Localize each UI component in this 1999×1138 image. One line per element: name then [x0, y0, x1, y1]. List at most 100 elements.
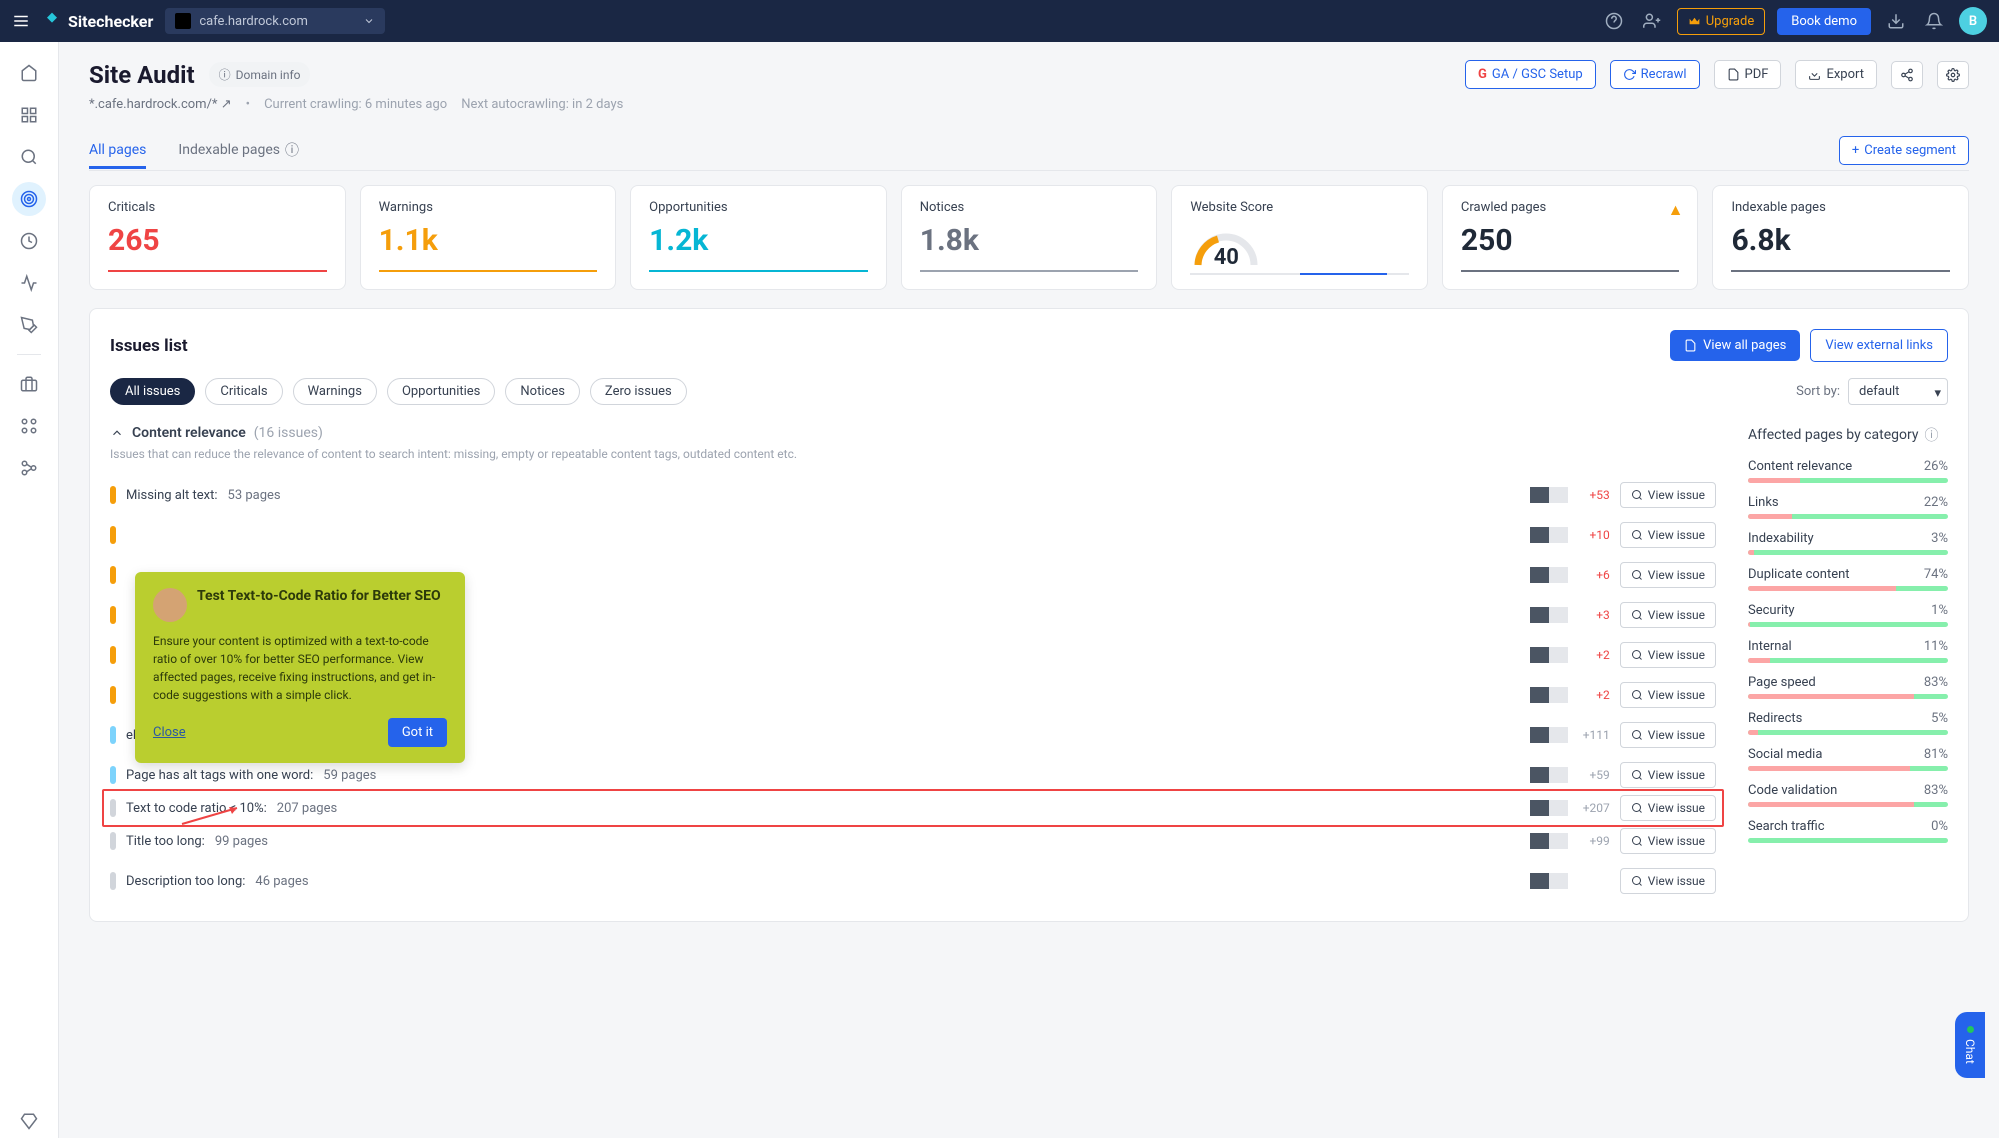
user-avatar[interactable]: B	[1959, 7, 1987, 35]
view-all-pages-button[interactable]: View all pages	[1670, 330, 1800, 361]
view-issue-button[interactable]: View issue	[1620, 868, 1716, 894]
issue-marker	[110, 646, 116, 664]
search-icon	[1631, 802, 1643, 814]
tip-title: Test Text-to-Code Ratio for Better SEO	[197, 588, 441, 604]
tab-all-pages[interactable]: All pages	[89, 132, 146, 168]
category-bar	[1748, 694, 1948, 699]
chevron-up-icon	[110, 426, 124, 440]
view-issue-button[interactable]: View issue	[1620, 642, 1716, 668]
search-icon	[1631, 835, 1643, 847]
view-issue-button[interactable]: View issue	[1620, 762, 1716, 788]
share-icon	[1900, 68, 1914, 82]
ga-gsc-button[interactable]: G GA / GSC Setup	[1465, 60, 1596, 89]
chat-widget[interactable]: Chat	[1955, 1012, 1985, 1078]
download-icon[interactable]	[1883, 8, 1909, 34]
stat-notices[interactable]: Notices 1.8k	[901, 185, 1158, 290]
issue-group-header[interactable]: Content relevance (16 issues)	[110, 425, 1716, 441]
stat-opportunities[interactable]: Opportunities 1.2k	[630, 185, 887, 290]
filter-warnings[interactable]: Warnings	[293, 378, 377, 405]
category-row[interactable]: Social media 81%	[1748, 747, 1948, 771]
view-issue-button[interactable]: View issue	[1620, 828, 1716, 854]
upgrade-button[interactable]: Upgrade	[1677, 8, 1765, 35]
stat-criticals[interactable]: Criticals 265	[89, 185, 346, 290]
view-issue-button[interactable]: View issue	[1620, 722, 1716, 748]
sidebar-dashboard-icon[interactable]	[12, 98, 46, 132]
view-issue-button[interactable]: View issue	[1620, 482, 1716, 508]
settings-button[interactable]	[1937, 61, 1969, 89]
issue-name: Page has alt tags with one word:	[126, 768, 313, 783]
filter-zero[interactable]: Zero issues	[590, 378, 687, 405]
stat-indexable-pages[interactable]: Indexable pages 6.8k	[1712, 185, 1969, 290]
view-issue-button[interactable]: View issue	[1620, 602, 1716, 628]
issue-delta: +3	[1578, 608, 1610, 622]
category-row[interactable]: Internal 11%	[1748, 639, 1948, 663]
view-issue-button[interactable]: View issue	[1620, 562, 1716, 588]
filter-notices[interactable]: Notices	[505, 378, 580, 405]
domain-info-chip[interactable]: ⓘ Domain info	[209, 62, 311, 87]
recrawl-button[interactable]: Recrawl	[1610, 60, 1700, 89]
book-demo-button[interactable]: Book demo	[1777, 8, 1871, 35]
view-issue-button[interactable]: View issue	[1620, 682, 1716, 708]
category-bar	[1748, 622, 1948, 627]
category-row[interactable]: Page speed 83%	[1748, 675, 1948, 699]
stat-crawled-pages[interactable]: ▲ Crawled pages 250	[1442, 185, 1699, 290]
issue-name: Title too long:	[126, 834, 205, 849]
stat-cards: Criticals 265 Warnings 1.1k Opportunitie…	[89, 185, 1969, 290]
sidebar-sitemap-icon[interactable]	[12, 451, 46, 485]
category-row[interactable]: Content relevance 26%	[1748, 459, 1948, 483]
sidebar-tools-icon[interactable]	[12, 308, 46, 342]
category-row[interactable]: Indexability 3%	[1748, 531, 1948, 555]
issue-sparkline	[1530, 873, 1568, 889]
view-external-button[interactable]: View external links	[1810, 329, 1948, 362]
category-row[interactable]: Code validation 83%	[1748, 783, 1948, 807]
sidebar-target-icon[interactable]	[12, 224, 46, 258]
pdf-button[interactable]: PDF	[1714, 60, 1782, 89]
next-autocrawl: Next autocrawling: in 2 days	[461, 97, 623, 112]
sidebar-home-icon[interactable]	[12, 56, 46, 90]
view-issue-button[interactable]: View issue	[1620, 522, 1716, 548]
filter-criticals[interactable]: Criticals	[205, 378, 282, 405]
onboarding-tooltip: Test Text-to-Code Ratio for Better SEO E…	[135, 572, 465, 763]
filter-opportunities[interactable]: Opportunities	[387, 378, 495, 405]
sort-label: Sort by:	[1796, 384, 1840, 399]
tabs: All pages Indexable pages ⓘ + Create seg…	[89, 130, 1969, 171]
category-row[interactable]: Security 1%	[1748, 603, 1948, 627]
pdf-icon	[1727, 68, 1740, 81]
sidebar-briefcase-icon[interactable]	[12, 367, 46, 401]
tip-gotit-button[interactable]: Got it	[388, 718, 447, 747]
issue-delta: +111	[1578, 728, 1610, 742]
category-row[interactable]: Links 22%	[1748, 495, 1948, 519]
stat-website-score[interactable]: Website Score 40	[1171, 185, 1428, 290]
category-pct: 74%	[1924, 567, 1948, 582]
category-row[interactable]: Redirects 5%	[1748, 711, 1948, 735]
help-icon[interactable]	[1601, 8, 1627, 34]
tab-indexable-pages[interactable]: Indexable pages ⓘ	[178, 130, 299, 170]
sidebar-analytics-icon[interactable]	[12, 266, 46, 300]
issue-marker	[110, 606, 116, 624]
sidebar-search-icon[interactable]	[12, 140, 46, 174]
issue-sparkline	[1530, 687, 1568, 703]
scope-link[interactable]: *.cafe.hardrock.com/* ↗	[89, 97, 232, 112]
share-button[interactable]	[1891, 61, 1923, 89]
brand-logo[interactable]: Sitechecker	[42, 11, 153, 31]
sidebar-diamond-icon[interactable]	[12, 1104, 46, 1138]
stat-warnings[interactable]: Warnings 1.1k	[360, 185, 617, 290]
category-row[interactable]: Duplicate content 74%	[1748, 567, 1948, 591]
sidebar-audit-icon[interactable]	[12, 182, 46, 216]
sidebar-apps-icon[interactable]	[12, 409, 46, 443]
tip-close-link[interactable]: Close	[153, 725, 186, 740]
issue-marker	[110, 726, 116, 744]
add-user-icon[interactable]	[1639, 8, 1665, 34]
sort-select[interactable]: default ▾	[1848, 378, 1948, 405]
search-icon	[1631, 649, 1643, 661]
search-icon	[1631, 569, 1643, 581]
create-segment-button[interactable]: + Create segment	[1839, 136, 1969, 165]
view-issue-button[interactable]: View issue	[1620, 795, 1716, 821]
menu-icon[interactable]	[12, 12, 30, 30]
export-button[interactable]: Export	[1795, 60, 1877, 89]
site-selector[interactable]: cafe.hardrock.com	[165, 8, 385, 34]
filter-all-issues[interactable]: All issues	[110, 378, 195, 405]
category-row[interactable]: Search traffic 0%	[1748, 819, 1948, 843]
category-name: Internal	[1748, 639, 1792, 654]
bell-icon[interactable]	[1921, 8, 1947, 34]
